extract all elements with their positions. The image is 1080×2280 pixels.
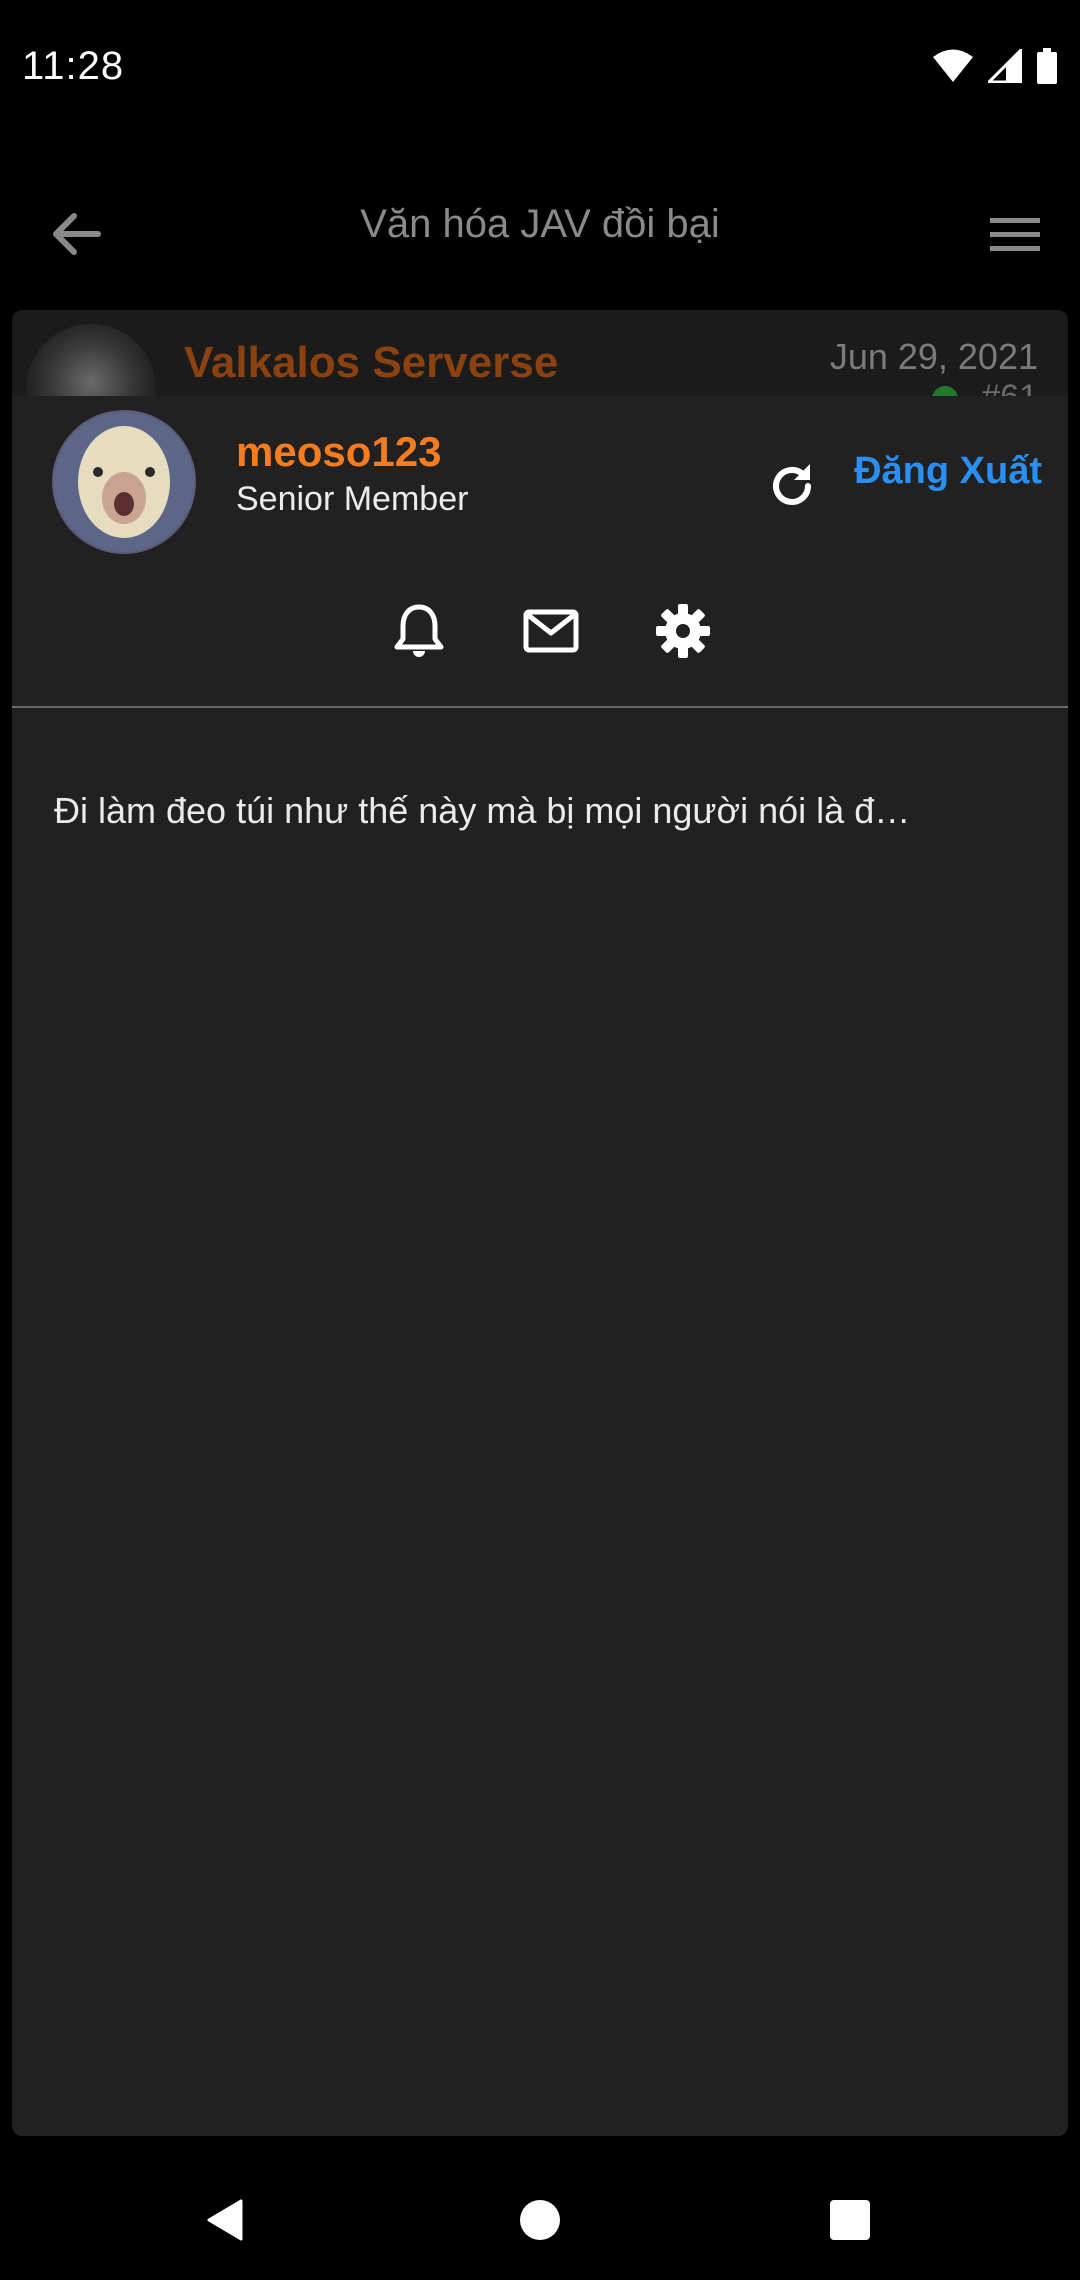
divider [12,706,1068,708]
list-item[interactable]: Đi làm đeo túi như thế này mà bị mọi ngư… [12,766,1068,866]
battery-icon [1036,48,1058,84]
list-item-text: Đi làm đeo túi như thế này mà bị mọi ngư… [54,790,911,831]
user-actions-row [12,586,1068,676]
wifi-icon [932,49,974,83]
post-author-name[interactable]: Valkalos Serverse [184,338,558,388]
hamburger-menu-icon [990,218,1040,251]
mail-icon [523,609,579,653]
messages-button[interactable] [506,586,596,676]
page-title: Văn hóa JAV đồi bại [360,202,720,246]
status-bar: 11:28 [0,0,1080,130]
username[interactable]: meoso123 [236,428,441,476]
gear-icon [656,604,710,658]
status-time: 11:28 [22,44,125,88]
bell-icon [394,604,444,657]
notifications-button[interactable] [374,586,464,676]
back-button[interactable] [40,198,112,270]
status-icons [932,48,1058,84]
navigation-bar [0,2160,1080,2280]
user-role: Senior Member [236,480,469,518]
user-panel: meoso123 Senior Member Đăng Xuất Đi làm … [12,396,1068,2136]
refresh-icon [773,464,811,505]
post-date: Jun 29, 2021 [829,336,1038,377]
menu-button[interactable] [980,200,1050,270]
cell-signal-icon [988,49,1022,83]
nav-back-button[interactable] [186,2180,266,2260]
home-circle-icon [520,2200,560,2240]
settings-button[interactable] [638,586,728,676]
recents-square-icon [830,2200,870,2240]
screen: 11:28 Văn hóa JAV đồi bại Valkalos Serve… [0,0,1080,2280]
back-triangle-icon [207,2199,243,2241]
nav-home-button[interactable] [500,2180,580,2260]
nav-recents-button[interactable] [810,2180,890,2260]
refresh-button[interactable] [742,436,842,536]
logout-button[interactable]: Đăng Xuất [854,450,1042,493]
arrow-left-icon [53,213,101,255]
user-avatar[interactable] [52,410,196,554]
app-bar: Văn hóa JAV đồi bại [0,150,1080,300]
